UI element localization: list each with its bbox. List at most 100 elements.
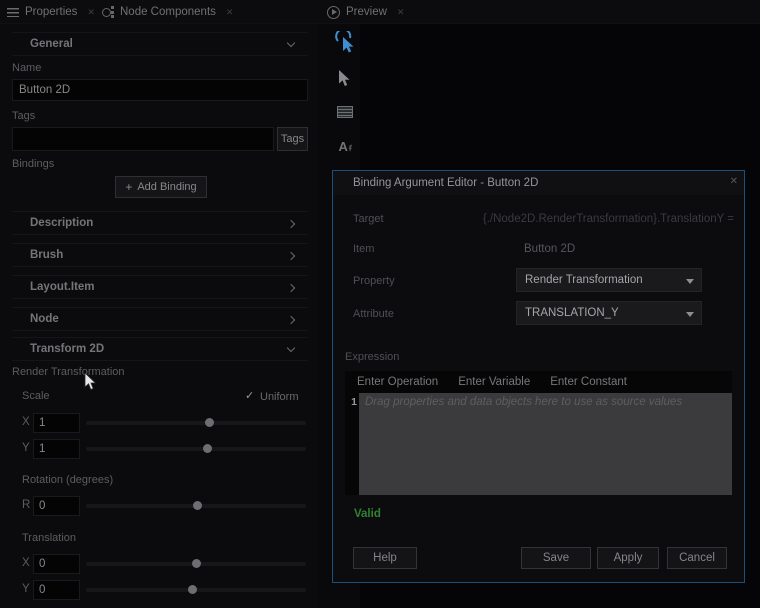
- translation-y-slider[interactable]: [86, 585, 306, 594]
- tags-input[interactable]: [12, 127, 274, 151]
- expression-label: Expression: [345, 351, 400, 363]
- section-transform-2d[interactable]: Transform 2D: [12, 337, 308, 361]
- enter-operation-button[interactable]: Enter Operation: [357, 376, 438, 388]
- chevron-down-icon: [286, 343, 296, 353]
- uniform-checkbox[interactable]: [245, 390, 257, 402]
- chevron-down-icon: [286, 38, 296, 48]
- expression-editor[interactable]: 1 Drag properties and data objects here …: [345, 393, 732, 495]
- tags-button[interactable]: Tags: [277, 127, 308, 151]
- attribute-dropdown[interactable]: TRANSLATION_Y: [516, 301, 702, 325]
- property-dropdown-value: Render Transformation: [525, 274, 643, 286]
- section-general-label: General: [30, 38, 73, 50]
- text-tool-icon: A: [338, 139, 351, 154]
- item-value: Button 2D: [524, 243, 576, 255]
- scale-x-axis-label: X: [22, 416, 30, 428]
- property-dropdown[interactable]: Render Transformation: [516, 268, 702, 292]
- close-icon[interactable]: ✕: [397, 7, 405, 18]
- rotation-slider[interactable]: [86, 501, 306, 510]
- translation-y-row: Y: [0, 580, 318, 600]
- chevron-right-icon: [286, 219, 296, 229]
- translation-x-axis-label: X: [22, 557, 30, 569]
- section-general[interactable]: General: [12, 32, 308, 56]
- scale-y-axis-label: Y: [22, 442, 30, 454]
- tab-node-components-label: Node Components: [120, 6, 216, 18]
- tab-preview[interactable]: Preview ✕: [327, 0, 404, 24]
- interact-tool-button[interactable]: [333, 30, 357, 54]
- rotation-axis-label: R: [22, 499, 31, 511]
- slider-thumb[interactable]: [204, 418, 214, 427]
- close-icon[interactable]: ✕: [226, 7, 234, 18]
- validation-status: Valid: [354, 508, 381, 520]
- section-description[interactable]: Description: [12, 211, 308, 235]
- cancel-button[interactable]: Cancel: [667, 547, 727, 569]
- rotation-input[interactable]: [33, 496, 80, 516]
- target-label: Target: [353, 213, 384, 225]
- scale-label: Scale: [22, 390, 50, 402]
- tab-bar: Properties ✕ Node Components ✕ Preview ✕: [0, 0, 760, 24]
- translation-x-row: X: [0, 554, 318, 574]
- uniform-label: Uniform: [260, 391, 299, 403]
- enter-constant-button[interactable]: Enter Constant: [550, 376, 627, 388]
- dialog-title: Binding Argument Editor - Button 2D: [333, 171, 744, 195]
- help-button[interactable]: Help: [353, 547, 417, 569]
- tab-node-components[interactable]: Node Components ✕: [102, 0, 233, 24]
- name-label: Name: [12, 62, 42, 74]
- chevron-right-icon: [286, 251, 296, 261]
- scale-y-row: Y: [0, 439, 318, 459]
- text-tool-button[interactable]: A: [333, 134, 357, 158]
- tags-label: Tags: [12, 110, 36, 122]
- properties-list-icon: [7, 7, 19, 17]
- expression-toolbar: Enter Operation Enter Variable Enter Con…: [345, 371, 732, 393]
- mouse-cursor-icon: [84, 372, 97, 391]
- name-input[interactable]: [12, 79, 308, 101]
- section-description-label: Description: [30, 217, 94, 229]
- section-transform-2d-label: Transform 2D: [30, 343, 105, 355]
- scale-y-slider[interactable]: [86, 444, 306, 453]
- save-button[interactable]: Save: [521, 547, 591, 569]
- add-binding-button[interactable]: Add Binding: [115, 176, 207, 198]
- play-icon: [327, 5, 340, 19]
- section-layout-item-label: Layout.Item: [30, 281, 95, 293]
- slider-thumb[interactable]: [192, 501, 202, 510]
- scale-y-input[interactable]: [33, 439, 80, 459]
- chevron-down-icon: [686, 279, 694, 284]
- select-tool-button[interactable]: [333, 66, 357, 90]
- translation-x-slider[interactable]: [86, 559, 306, 568]
- app-window: Properties ✕ Node Components ✕ Preview ✕…: [0, 0, 760, 608]
- grid-icon: [337, 106, 353, 118]
- translation-label: Translation: [22, 532, 77, 544]
- slider-thumb[interactable]: [188, 585, 198, 594]
- section-layout-item[interactable]: Layout.Item: [12, 275, 308, 299]
- interact-icon: [335, 31, 354, 53]
- close-icon[interactable]: ✕: [87, 7, 95, 18]
- bindings-label: Bindings: [12, 158, 55, 170]
- section-node[interactable]: Node: [12, 307, 308, 331]
- tab-preview-label: Preview: [346, 6, 387, 18]
- add-binding-label: Add Binding: [137, 181, 197, 193]
- tab-properties[interactable]: Properties ✕: [7, 0, 95, 24]
- scale-x-slider[interactable]: [86, 418, 306, 427]
- binding-argument-editor-dialog: Binding Argument Editor - Button 2D ✕ Ta…: [332, 170, 745, 583]
- node-components-icon: [102, 6, 114, 18]
- enter-variable-button[interactable]: Enter Variable: [458, 376, 530, 388]
- translation-y-input[interactable]: [33, 580, 80, 600]
- expression-input-area[interactable]: Drag properties and data objects here to…: [359, 393, 732, 495]
- translation-x-input[interactable]: [33, 554, 80, 574]
- select-cursor-icon: [339, 70, 350, 86]
- section-brush-label: Brush: [30, 249, 64, 261]
- grid-tool-button[interactable]: [333, 100, 357, 124]
- item-label: Item: [353, 243, 375, 255]
- close-icon[interactable]: ✕: [730, 176, 738, 187]
- target-value: {./Node2D.RenderTransformation}.Translat…: [482, 213, 734, 225]
- section-brush[interactable]: Brush: [12, 243, 308, 267]
- section-node-label: Node: [30, 313, 59, 325]
- attribute-label: Attribute: [353, 308, 394, 320]
- rotation-label: Rotation (degrees): [22, 474, 114, 486]
- slider-thumb[interactable]: [191, 559, 201, 568]
- property-label: Property: [353, 275, 395, 287]
- apply-button[interactable]: Apply: [597, 547, 659, 569]
- scale-x-input[interactable]: [33, 413, 80, 433]
- slider-thumb[interactable]: [202, 444, 212, 453]
- render-transformation-label: Render Transformation: [12, 366, 125, 378]
- scale-x-row: X: [0, 413, 318, 433]
